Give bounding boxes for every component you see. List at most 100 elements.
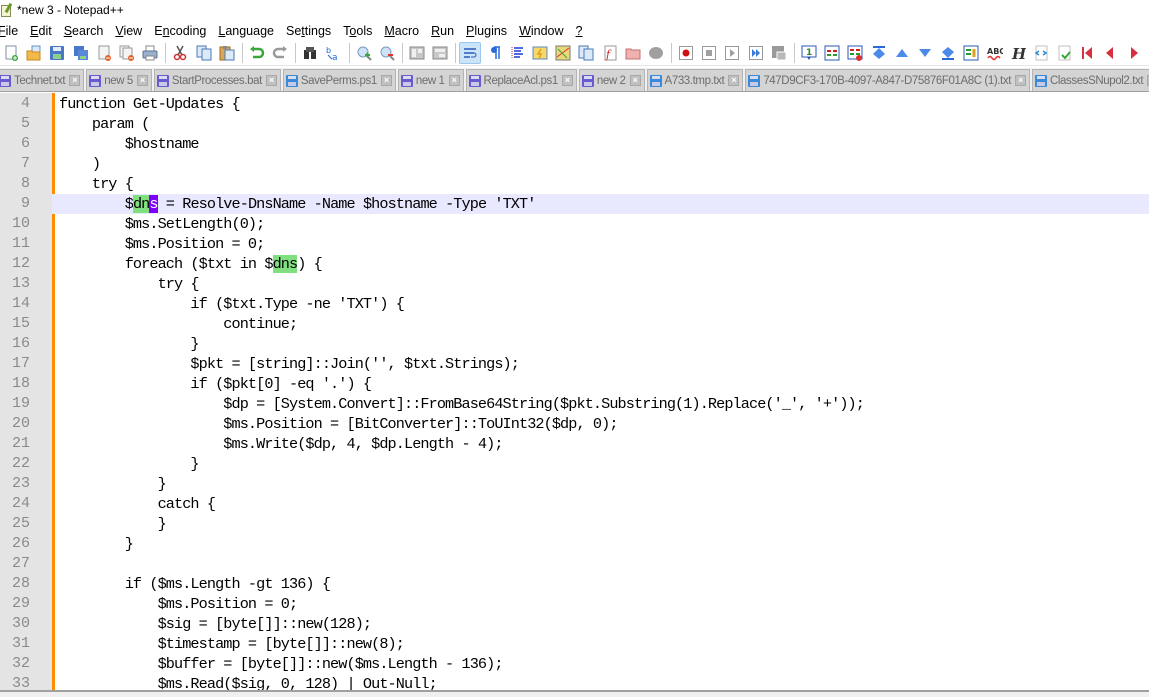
redo-button[interactable] (269, 42, 291, 64)
indent-guide-button[interactable] (506, 42, 528, 64)
tab-startprocesses-bat[interactable]: StartProcesses.bat × (153, 69, 281, 91)
document-map-button[interactable] (552, 42, 574, 64)
show-all-characters-button[interactable] (483, 42, 505, 64)
first-diff-button[interactable] (868, 42, 890, 64)
sync-horizontal-scroll-button[interactable] (429, 42, 451, 64)
first-bookmark-button[interactable] (1076, 42, 1098, 64)
run-macro-multiple-button[interactable] (745, 42, 767, 64)
xml-tools-button[interactable] (1030, 42, 1052, 64)
sync-vertical-scroll-button[interactable] (406, 42, 428, 64)
user-defined-language-button[interactable] (529, 42, 551, 64)
last-diff-button[interactable] (937, 42, 959, 64)
find-button[interactable] (299, 42, 321, 64)
menu-window[interactable]: Window (513, 24, 569, 38)
line-number: 12 (11, 255, 30, 272)
function-list-button[interactable]: f (599, 42, 621, 64)
compare-button[interactable] (821, 42, 843, 64)
code-area[interactable]: 4 function Get-Updates {5 param (6 $hostn… (0, 94, 1149, 690)
sync-horizontal-scroll-icon (432, 45, 448, 61)
menu-file[interactable]: File (0, 24, 24, 38)
folder-as-workspace-button[interactable] (622, 42, 644, 64)
menu-macro[interactable]: Macro (378, 24, 425, 38)
line-text: } (59, 515, 167, 533)
tab-close-icon[interactable]: × (561, 75, 573, 86)
next-bookmark-button[interactable] (1123, 42, 1145, 64)
tab-close-icon[interactable]: × (380, 75, 392, 86)
compare-panel-button[interactable] (960, 42, 982, 64)
tab-close-icon[interactable]: × (1015, 75, 1026, 86)
cut-button[interactable] (169, 42, 191, 64)
tab-close-icon[interactable]: × (136, 75, 148, 86)
paste-button[interactable] (216, 42, 238, 64)
tab-replaceacl-ps1[interactable]: ReplaceAcl.ps1 × (465, 69, 577, 91)
tab-close-icon[interactable]: × (629, 75, 641, 86)
unsaved-file-icon (89, 74, 102, 87)
tab-747d9cf3-170b-4097-a847-d75876f01a8c-1-txt[interactable]: 747D9CF3-170B-4097-A847-D75876F01A8C (1)… (745, 69, 1030, 91)
save-macro-button[interactable] (768, 42, 790, 64)
menu-label: Run (431, 23, 455, 38)
line-number-button[interactable]: 1 (798, 42, 820, 64)
editor[interactable]: 4 function Get-Updates {5 param (6 $hostn… (0, 93, 1149, 690)
next-diff-button[interactable] (914, 42, 936, 64)
menu-settings[interactable]: Settings (280, 24, 337, 38)
spell-check-button[interactable]: ABC (984, 42, 1006, 64)
code-line: 29 $ms.Position = 0; (0, 594, 1149, 614)
menu-language[interactable]: Language (212, 24, 280, 38)
html-tag-button[interactable]: H (1007, 42, 1029, 64)
menu-run[interactable]: Run (425, 24, 460, 38)
tab-close-icon[interactable]: × (265, 75, 277, 86)
save-button[interactable] (46, 42, 68, 64)
svg-text:ABC: ABC (987, 47, 1003, 56)
tab-close-icon[interactable]: × (448, 75, 460, 86)
replace-button[interactable]: ba (322, 42, 344, 64)
menu-label: Search (63, 23, 104, 38)
menu-tools[interactable]: Tools (337, 24, 378, 38)
previous-diff-button[interactable] (891, 42, 913, 64)
menu-plugins[interactable]: Plugins (460, 24, 513, 38)
stop-recording-button[interactable] (698, 42, 720, 64)
open-file-button[interactable] (23, 42, 45, 64)
zoom-out-button[interactable] (376, 42, 398, 64)
menu-encoding[interactable]: Encoding (148, 24, 212, 38)
line-number: 11 (11, 235, 30, 252)
save-all-button[interactable] (70, 42, 92, 64)
line-number: 22 (11, 455, 30, 472)
toolbar-separator (794, 42, 795, 63)
close-all-button[interactable] (116, 42, 138, 64)
tab-close-icon[interactable]: × (69, 75, 81, 86)
validate-button[interactable] (1053, 42, 1075, 64)
menu-help[interactable]: ? (570, 24, 589, 38)
monitoring-button[interactable] (645, 42, 667, 64)
line-text: try { (59, 175, 134, 193)
tab-new-5[interactable]: new 5 × (86, 69, 152, 91)
new-file-button[interactable] (0, 42, 22, 64)
line-number: 16 (11, 335, 30, 352)
toolbar-separator (241, 42, 243, 63)
line-number: 18 (11, 375, 30, 392)
menu-search[interactable]: Search (58, 24, 110, 38)
previous-bookmark-icon (1102, 45, 1118, 61)
tab-close-icon[interactable]: × (728, 75, 740, 86)
clear-compare-button[interactable] (844, 42, 866, 64)
tab-new-1[interactable]: new 1 × (397, 69, 464, 91)
tab-a733-tmp-txt[interactable]: A733.tmp.txt × (646, 69, 744, 91)
tab-technet-txt[interactable]: Technet.txt × (0, 69, 85, 91)
tab-label: Technet.txt (14, 74, 66, 87)
tab-classessnupol2-txt[interactable]: ClassesSNupol2.txt× (1032, 69, 1149, 91)
close-button[interactable] (93, 42, 115, 64)
monitoring-icon (648, 45, 664, 61)
menu-view[interactable]: View (109, 24, 148, 38)
playback-macro-button[interactable] (721, 42, 743, 64)
menu-edit[interactable]: Edit (24, 24, 58, 38)
document-list-button[interactable] (575, 42, 597, 64)
undo-button[interactable] (246, 42, 268, 64)
word-wrap-button[interactable] (459, 41, 482, 64)
print-button[interactable] (139, 42, 161, 64)
previous-bookmark-button[interactable] (1099, 42, 1121, 64)
copy-button[interactable] (193, 42, 215, 64)
tab-saveperms-ps1[interactable]: SavePerms.ps1 × (282, 69, 396, 91)
spell-check-icon: ABC (987, 45, 1005, 61)
zoom-in-button[interactable] (353, 42, 375, 64)
record-macro-button[interactable] (675, 42, 697, 64)
tab-new-2[interactable]: new 2 × (578, 69, 645, 91)
